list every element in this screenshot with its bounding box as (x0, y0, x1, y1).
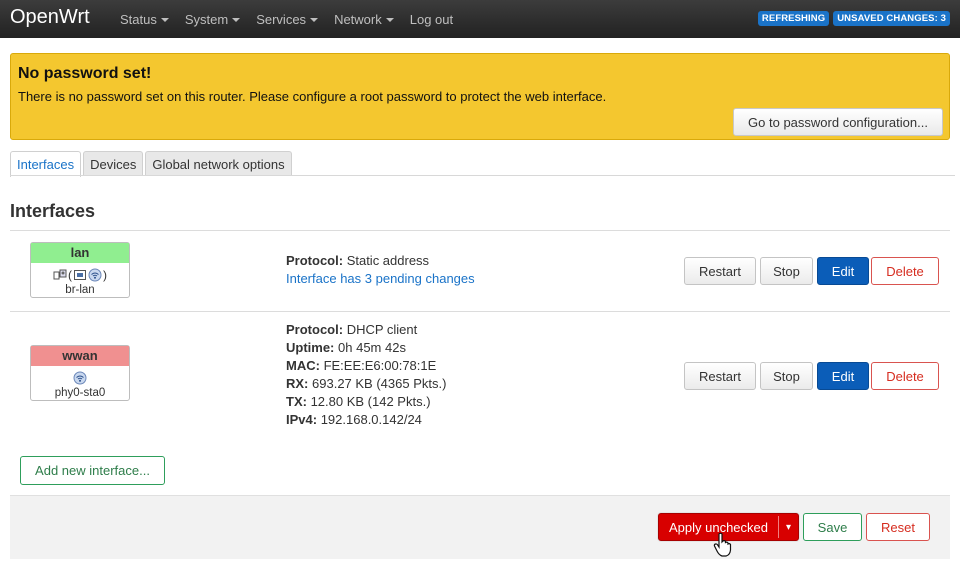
caret-down-icon (160, 18, 169, 22)
menu-network-label: Network (334, 11, 382, 27)
interface-badge-wwan: wwan phy0-sta0 (30, 345, 130, 401)
wwan-info: Protocol: DHCP client Uptime: 0h 45m 42s… (286, 321, 446, 429)
menu-services-label: Services (256, 11, 307, 27)
interface-badge-lan: lan ( ) br-lan (30, 242, 130, 298)
unsaved-changes-badge[interactable]: UNSAVED CHANGES: 3 (833, 11, 950, 26)
interface-device: phy0-sta0 (54, 387, 106, 399)
menu-network[interactable]: Network (326, 12, 402, 27)
restart-button[interactable]: Restart (684, 257, 756, 285)
stop-button[interactable]: Stop (760, 257, 813, 285)
alert-text: There is no password set on this router.… (18, 89, 607, 104)
edit-button[interactable]: Edit (817, 362, 869, 390)
network-tabs: Interfaces Devices Global network option… (10, 151, 292, 177)
ipv4-value: 192.168.0.142/24 (320, 412, 422, 427)
delete-button[interactable]: Delete (871, 257, 939, 285)
menu-logout[interactable]: Log out (402, 12, 461, 27)
rx-label: RX: (286, 376, 309, 391)
mac-value: FE:EE:E6:00:78:1E (323, 358, 437, 373)
tx-label: TX: (286, 394, 307, 409)
device-icons: ( ) (31, 266, 129, 283)
menu-system-label: System (184, 11, 229, 27)
tab-divider (10, 175, 955, 176)
uptime-label: Uptime: (286, 340, 335, 355)
menu-system[interactable]: System (177, 12, 248, 27)
protocol-value: Static address (346, 253, 430, 268)
status-badges: REFRESHING UNSAVED CHANGES: 3 (757, 11, 950, 26)
hand-pointer-cursor-icon (713, 532, 732, 557)
interface-name: lan (31, 243, 129, 263)
protocol-value: DHCP client (346, 322, 418, 337)
tab-global-network-options[interactable]: Global network options (145, 151, 292, 176)
no-password-alert: No password set! There is no password se… (10, 53, 950, 140)
stop-button[interactable]: Stop (760, 362, 813, 390)
wifi-icon (73, 371, 87, 384)
tx-value: 12.80 KB (142 Pkts.) (310, 394, 431, 409)
device-icons (31, 369, 129, 386)
protocol-label: Protocol: (286, 253, 344, 268)
tab-interfaces[interactable]: Interfaces (10, 151, 82, 177)
section-title: Interfaces (10, 201, 96, 221)
apply-dropdown-toggle[interactable]: ▾ (779, 514, 798, 540)
uptime-value: 0h 45m 42s (338, 340, 406, 355)
ethernet-port-icon (74, 269, 86, 280)
bridge-icon (53, 269, 67, 279)
menu-status[interactable]: Status (112, 12, 177, 27)
reset-button[interactable]: Reset (866, 513, 930, 541)
main-menu: Status System Services Network Log out (112, 0, 461, 38)
interface-device: br-lan (65, 284, 95, 296)
password-config-button[interactable]: Go to password configuration... (733, 108, 943, 136)
interface-name: wwan (31, 346, 129, 366)
refreshing-badge[interactable]: REFRESHING (757, 11, 830, 26)
open-paren: ( (68, 267, 72, 282)
alert-title: No password set! (18, 65, 152, 82)
delete-button[interactable]: Delete (871, 362, 939, 390)
menu-logout-label: Log out (409, 11, 454, 27)
mac-label: MAC: (286, 358, 320, 373)
caret-down-icon (385, 18, 394, 22)
caret-down-icon (232, 18, 241, 22)
restart-button[interactable]: Restart (684, 362, 756, 390)
lan-info: Protocol: Static address Interface has 3… (286, 252, 475, 288)
add-interface-button[interactable]: Add new interface... (20, 456, 165, 485)
protocol-label: Protocol: (286, 322, 344, 337)
ipv4-label: IPv4: (286, 412, 318, 427)
tab-devices[interactable]: Devices (83, 151, 144, 176)
brand-logo[interactable]: OpenWrt (10, 5, 90, 29)
table-divider (10, 230, 950, 231)
wifi-icon (88, 268, 102, 281)
row-divider (10, 311, 950, 312)
pending-changes-link[interactable]: Interface has 3 pending changes (286, 270, 475, 288)
menu-status-label: Status (120, 11, 157, 27)
edit-button[interactable]: Edit (817, 257, 869, 285)
menu-services[interactable]: Services (248, 12, 326, 27)
save-button[interactable]: Save (803, 513, 862, 541)
caret-down-icon (310, 18, 319, 22)
close-paren: ) (103, 267, 107, 282)
top-navbar: OpenWrt Status System Services Network L… (0, 0, 960, 38)
rx-value: 693.27 KB (4365 Pkts.) (312, 376, 447, 391)
